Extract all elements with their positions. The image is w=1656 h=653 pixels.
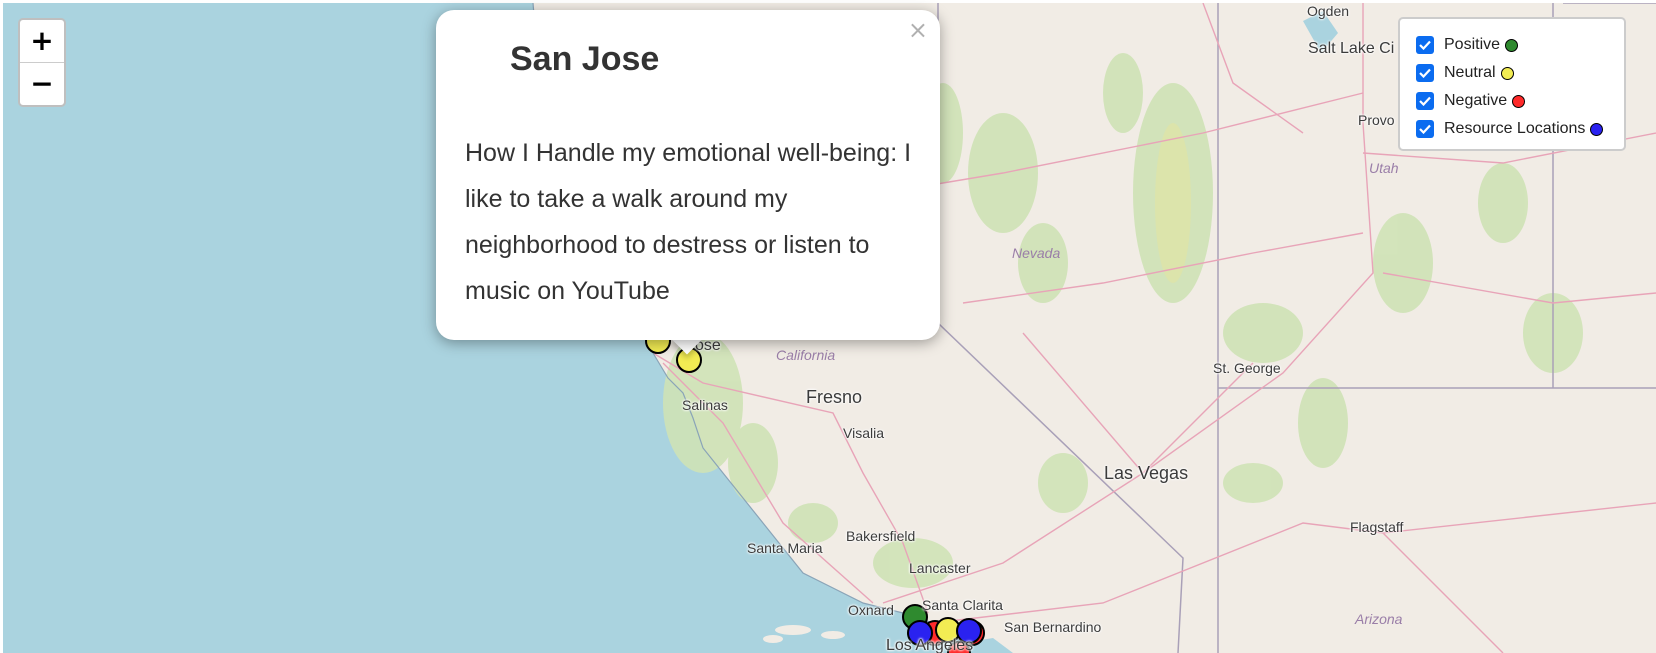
- legend-label: Resource Locations: [1444, 120, 1586, 137]
- legend-item-negative[interactable]: Negative: [1400, 87, 1624, 115]
- close-icon[interactable]: ×: [908, 16, 928, 44]
- zoom-in-button[interactable]: +: [20, 20, 64, 63]
- popup-body: How I Handle my emotional well-being: I …: [465, 139, 912, 305]
- legend-panel: Positive Neutral Negative Resource Locat…: [1398, 17, 1626, 151]
- checkbox-checked-icon[interactable]: [1416, 120, 1434, 138]
- state-label-utah: Utah: [1369, 160, 1399, 176]
- red-dot-icon: [1512, 94, 1526, 108]
- legend-label: Negative: [1444, 92, 1508, 109]
- city-label-las-vegas: Las Vegas: [1104, 463, 1189, 483]
- city-label-visalia: Visalia: [843, 425, 884, 441]
- city-label-bakersfield: Bakersfield: [846, 528, 916, 544]
- legend-item-positive[interactable]: Positive: [1400, 31, 1624, 59]
- city-label-san-bernardino: San Bernardino: [1004, 619, 1102, 635]
- legend-item-neutral[interactable]: Neutral: [1400, 59, 1624, 87]
- checkbox-checked-icon[interactable]: [1416, 36, 1434, 54]
- location-popup: × San Jose How I Handle my emotional wel…: [436, 10, 940, 340]
- city-label-fresno: Fresno: [806, 387, 863, 407]
- blue-dot-icon: [1590, 122, 1604, 136]
- state-label-arizona: Arizona: [1355, 611, 1403, 627]
- legend-label: Positive: [1444, 36, 1501, 53]
- city-label-flagstaff: Flagstaff: [1350, 519, 1404, 535]
- zoom-out-button[interactable]: −: [20, 63, 64, 105]
- zoom-control: + −: [18, 18, 66, 107]
- city-label-santa-maria: Santa Maria: [747, 540, 823, 556]
- city-label-st-george: St. George: [1213, 360, 1281, 376]
- green-dot-icon: [1505, 38, 1519, 52]
- state-label-nevada: Nevada: [1012, 245, 1061, 261]
- checkbox-checked-icon[interactable]: [1416, 92, 1434, 110]
- city-label-ogden: Ogden: [1307, 3, 1350, 19]
- city-label-salinas: Salinas: [682, 397, 728, 413]
- legend-item-resource-locations[interactable]: Resource Locations: [1400, 115, 1624, 143]
- city-label-santa-clarita: Santa Clarita: [922, 597, 1003, 613]
- yellow-dot-icon: [1500, 66, 1514, 80]
- city-label-oxnard: Oxnard: [848, 602, 894, 618]
- legend-label: Neutral: [1444, 64, 1496, 81]
- state-label-california: California: [776, 347, 836, 363]
- popup-title: San Jose: [510, 40, 660, 78]
- city-label-provo: Provo: [1358, 112, 1395, 128]
- checkbox-checked-icon[interactable]: [1416, 64, 1434, 82]
- city-label-los-angeles: Los Angeles: [886, 637, 974, 653]
- city-label-lancaster: Lancaster: [909, 560, 971, 576]
- city-label-salt-lake-city: Salt Lake Ci: [1308, 40, 1395, 57]
